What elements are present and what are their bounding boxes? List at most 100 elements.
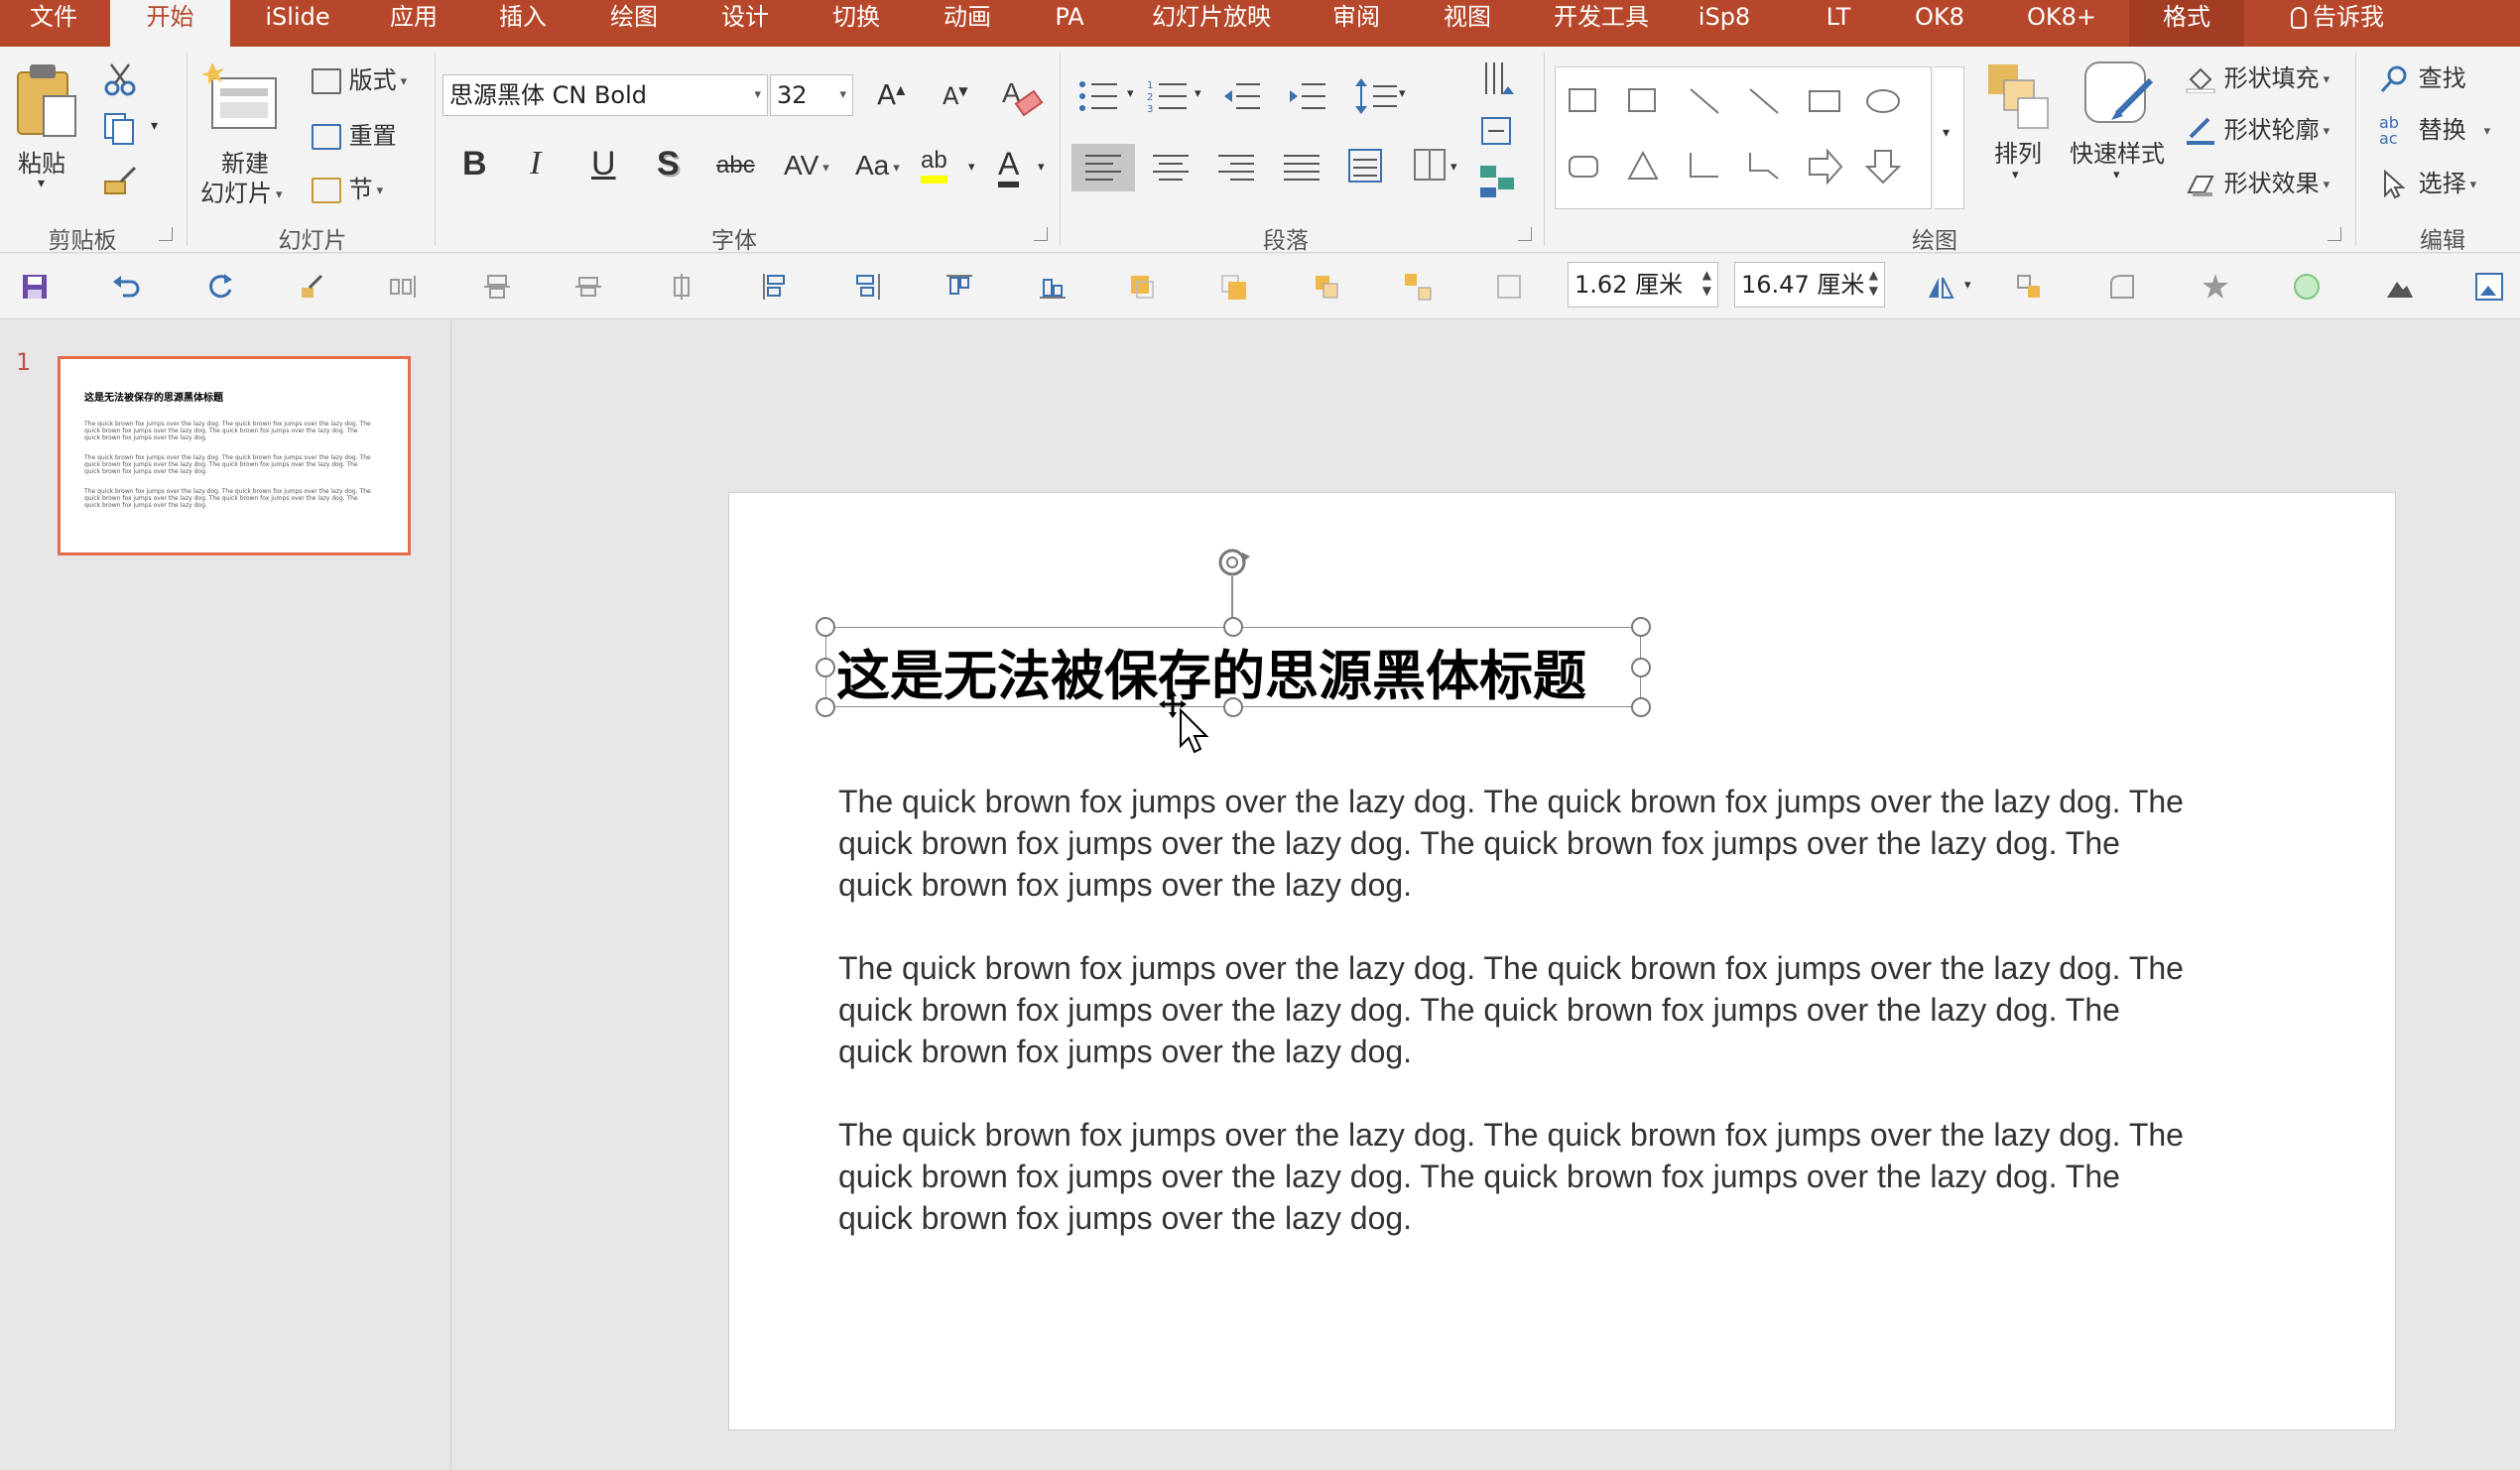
- tab-islide[interactable]: iSlide: [253, 0, 342, 47]
- justify-icon[interactable]: [1282, 150, 1322, 185]
- quick-styles-dropdown[interactable]: ▾: [2113, 168, 2120, 183]
- undo-icon[interactable]: [111, 272, 141, 302]
- paragraph-launcher-icon[interactable]: [1518, 227, 1532, 241]
- bold-icon[interactable]: B: [462, 145, 487, 184]
- align-center-icon[interactable]: [1151, 150, 1191, 185]
- star-icon[interactable]: [2201, 272, 2230, 302]
- resize-handle[interactable]: [1223, 617, 1243, 637]
- reset-button[interactable]: 重置: [312, 116, 397, 151]
- text-shadow-icon[interactable]: S: [657, 145, 680, 184]
- new-slide-dropdown[interactable]: 幻灯片 ▾: [200, 174, 283, 208]
- layout-button[interactable]: 版式 ▾: [312, 61, 407, 95]
- resize-handle[interactable]: [1631, 658, 1651, 677]
- paste-icon[interactable]: [14, 61, 79, 140]
- select-button[interactable]: 选择 ▾: [2379, 164, 2476, 199]
- resize-handle[interactable]: [1223, 697, 1243, 717]
- shapes-gallery[interactable]: [1555, 66, 1932, 209]
- spinner-icon[interactable]: ▲ ▼: [1702, 267, 1711, 299]
- circle-shape-icon[interactable]: [2292, 272, 2322, 302]
- tab-pa[interactable]: PA: [1034, 0, 1105, 47]
- tab-apps[interactable]: 应用: [369, 0, 458, 47]
- decrease-indent-icon[interactable]: [1222, 78, 1262, 114]
- highlight-dropdown[interactable]: ▾: [968, 160, 975, 175]
- align-right-edges-icon[interactable]: [667, 272, 696, 302]
- numbering-icon[interactable]: 123: [1147, 76, 1197, 116]
- align-right-icon[interactable]: [1216, 150, 1256, 185]
- clipboard-launcher-icon[interactable]: [159, 227, 173, 241]
- copy-icon[interactable]: [101, 112, 141, 146]
- decrease-font-size-icon[interactable]: A▼: [943, 82, 968, 110]
- send-backward-icon[interactable]: [1218, 272, 1248, 302]
- shape-fill-button[interactable]: 形状填充 ▾: [2185, 59, 2330, 94]
- tab-format[interactable]: 格式: [2129, 0, 2244, 47]
- slide-thumbnail[interactable]: 这是无法被保存的思源黑体标题 The quick brown fox jumps…: [58, 356, 411, 555]
- bullets-icon[interactable]: [1077, 76, 1127, 116]
- tab-view[interactable]: 视图: [1423, 0, 1512, 47]
- quick-styles-icon[interactable]: [2081, 59, 2161, 132]
- redo-icon[interactable]: [204, 272, 234, 302]
- bring-forward-icon[interactable]: [1127, 272, 1157, 302]
- resize-handle[interactable]: [1631, 617, 1651, 637]
- tab-file[interactable]: 文件: [18, 0, 89, 47]
- rotate-dropdown[interactable]: ▾: [1964, 278, 1971, 293]
- tab-design[interactable]: 设计: [700, 0, 790, 47]
- picture-format-icon[interactable]: [2474, 272, 2504, 302]
- resize-handle[interactable]: [1631, 697, 1651, 717]
- font-color-dropdown[interactable]: ▾: [1038, 160, 1045, 175]
- body-paragraph[interactable]: The quick brown fox jumps over the lazy …: [838, 947, 2307, 1072]
- replace-button[interactable]: ab ac 替换 ▾: [2379, 110, 2490, 147]
- clear-formatting-icon[interactable]: A: [1000, 74, 1044, 118]
- numbering-dropdown[interactable]: ▾: [1195, 86, 1201, 101]
- slide-canvas[interactable]: 这是无法被保存的思源黑体标题 The quick brown fox jumps…: [728, 492, 2396, 1430]
- rotate-handle-icon[interactable]: [1212, 543, 1252, 582]
- quick-styles-button[interactable]: 快速样式: [2070, 134, 2165, 169]
- tab-home[interactable]: 开始: [110, 0, 230, 47]
- text-direction-icon[interactable]: [1478, 61, 1518, 100]
- align-text-icon[interactable]: [1478, 112, 1518, 152]
- bullets-dropdown[interactable]: ▾: [1127, 86, 1134, 101]
- resize-handle[interactable]: [816, 617, 835, 637]
- resize-handle[interactable]: [816, 697, 835, 717]
- resize-handle[interactable]: [816, 658, 835, 677]
- tab-developer[interactable]: 开发工具: [1542, 0, 1661, 47]
- tab-lt[interactable]: LT: [1794, 0, 1883, 47]
- font-size-combobox[interactable]: 32 ▾: [770, 74, 853, 116]
- align-center-h-icon[interactable]: [482, 272, 512, 302]
- highlight-color-icon[interactable]: ab: [921, 146, 947, 184]
- format-painter-qat-icon[interactable]: [298, 272, 327, 302]
- shape-outline-button[interactable]: 形状轮廓 ▾: [2185, 110, 2330, 145]
- tab-review[interactable]: 审阅: [1312, 0, 1401, 47]
- shapes-gallery-more[interactable]: ▾: [1935, 66, 1964, 209]
- save-icon[interactable]: [20, 272, 50, 302]
- group-icon[interactable]: [1312, 272, 1341, 302]
- body-paragraph[interactable]: The quick brown fox jumps over the lazy …: [838, 1114, 2307, 1239]
- italic-icon[interactable]: I: [530, 145, 541, 183]
- columns-dropdown[interactable]: ▾: [1450, 160, 1457, 175]
- tab-draw[interactable]: 绘图: [589, 0, 679, 47]
- align-bottom-icon[interactable]: [1038, 272, 1068, 302]
- strikethrough-icon[interactable]: abc: [716, 152, 755, 180]
- shape-height-input[interactable]: 1.62 厘米 ▲ ▼: [1568, 262, 1718, 307]
- tab-ok8[interactable]: OK8: [1895, 0, 1984, 47]
- distribute-v-icon[interactable]: [853, 272, 883, 302]
- align-top-icon[interactable]: [945, 272, 974, 302]
- tab-animations[interactable]: 动画: [923, 0, 1012, 47]
- arrange-dropdown[interactable]: ▾: [2012, 168, 2019, 183]
- title-textbox[interactable]: 这是无法被保存的思源黑体标题: [825, 627, 1641, 707]
- line-spacing-icon[interactable]: [1353, 76, 1403, 116]
- tab-isp8[interactable]: iSp8: [1685, 0, 1764, 47]
- increase-font-size-icon[interactable]: A▲: [877, 78, 905, 111]
- spinner-icon[interactable]: ▲ ▼: [1869, 267, 1878, 299]
- font-name-combobox[interactable]: 思源黑体 CN Bold ▾: [442, 74, 768, 116]
- change-case-icon[interactable]: Aa ▾: [855, 150, 900, 182]
- align-left-button[interactable]: [1071, 144, 1135, 191]
- ungroup-icon[interactable]: [1403, 272, 1433, 302]
- copy-dropdown[interactable]: ▾: [151, 118, 158, 134]
- drawing-launcher-icon[interactable]: [2328, 227, 2341, 241]
- new-slide-icon[interactable]: [202, 59, 282, 138]
- tab-slideshow[interactable]: 幻灯片放映: [1139, 0, 1284, 47]
- line-spacing-dropdown[interactable]: ▾: [1399, 86, 1406, 101]
- format-painter-icon[interactable]: [103, 164, 139, 197]
- align-middle-icon[interactable]: [573, 272, 603, 302]
- tab-ok8plus[interactable]: OK8+: [2012, 0, 2111, 47]
